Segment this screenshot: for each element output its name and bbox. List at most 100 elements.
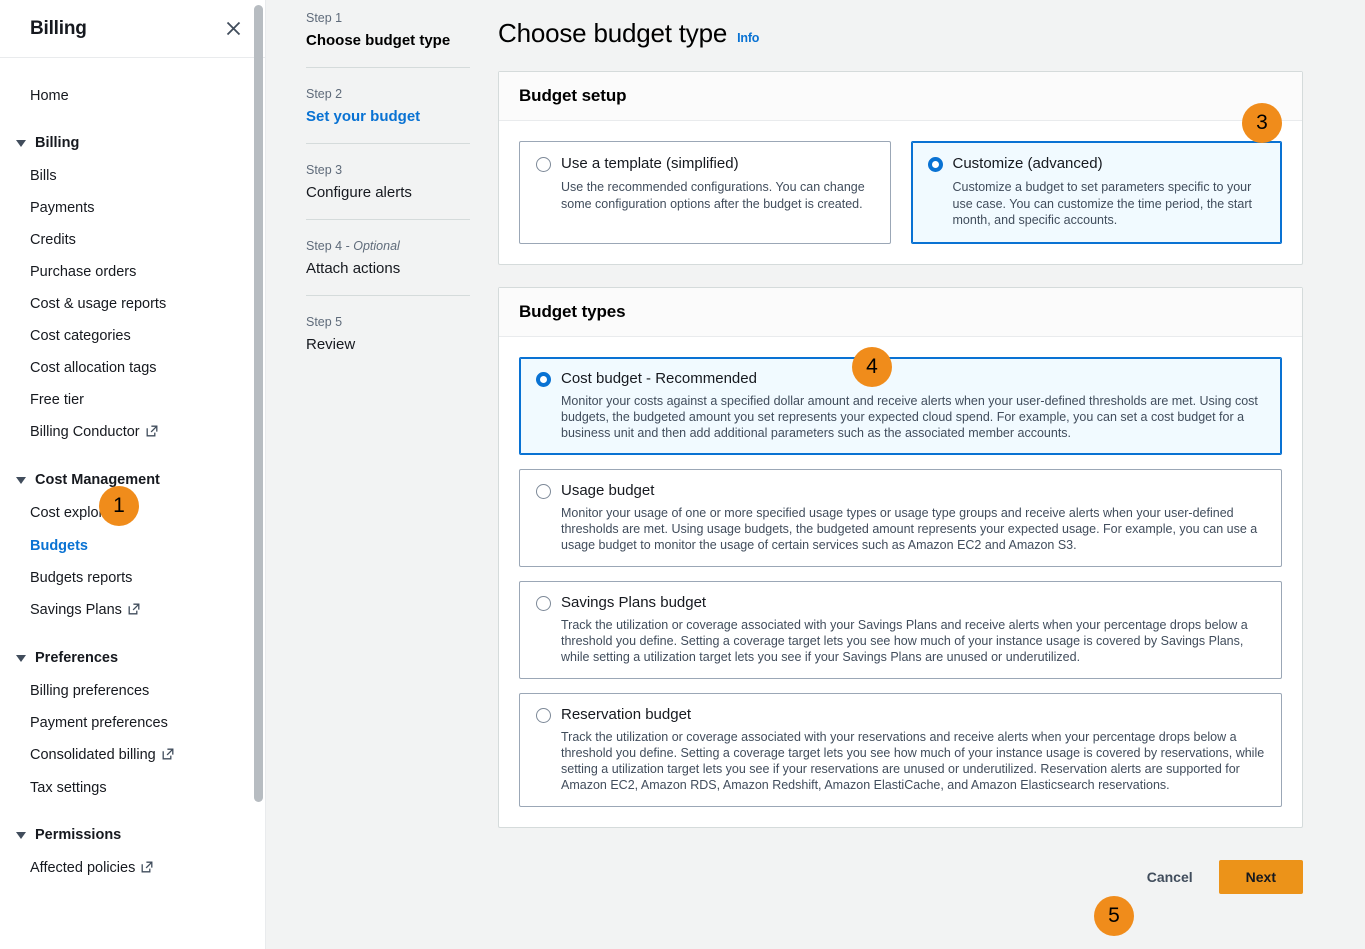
sidebar-item-label: Bills	[30, 168, 57, 184]
sidebar-group-preferences[interactable]: Preferences	[0, 641, 266, 675]
budget-type-option-usage-budget[interactable]: Usage budget Monitor your usage of one or…	[519, 469, 1282, 567]
sidebar-item-payments[interactable]: Payments	[0, 192, 266, 224]
sidebar-item-payment-preferences[interactable]: Payment preferences	[0, 707, 266, 739]
sidebar-item-budgets-reports[interactable]: Budgets reports	[0, 562, 266, 594]
external-link-icon	[146, 423, 158, 443]
wizard-step-4: Step 4 - OptionalAttach actions	[306, 238, 470, 296]
sidebar-item-cost-explorer[interactable]: Cost explorer	[0, 497, 266, 530]
sidebar-item-label: Cost allocation tags	[30, 360, 157, 376]
radio-button[interactable]	[536, 157, 551, 172]
sidebar-item-credits[interactable]: Credits	[0, 224, 266, 256]
sidebar-item-label: Free tier	[30, 392, 84, 408]
option-label: Use a template (simplified)	[561, 154, 739, 174]
sidebar-item-cost-usage-reports[interactable]: Cost & usage reports	[0, 288, 266, 320]
sidebar-item-label: Billing preferences	[30, 683, 149, 699]
radio-button[interactable]	[536, 372, 551, 387]
wizard-step-label[interactable]: Set your budget	[306, 107, 470, 127]
sidebar-item-consolidated-billing[interactable]: Consolidated billing	[0, 739, 266, 772]
sidebar-item-billing-preferences[interactable]: Billing preferences	[0, 675, 266, 707]
budget-setup-options: Use a template (simplified)Use the recom…	[519, 141, 1282, 244]
budget-setup-card: Budget setup Use a template (simplified)…	[498, 71, 1303, 265]
sidebar-item-label: Credits	[30, 232, 76, 248]
external-link-icon	[128, 601, 140, 621]
external-link-icon	[141, 859, 153, 879]
next-button[interactable]: Next	[1219, 860, 1303, 894]
option-header: Use a template (simplified)	[536, 154, 874, 174]
radio-button[interactable]	[536, 484, 551, 499]
sidebar-item-label: Cost explorer	[30, 505, 116, 521]
option-description: Customize a budget to set parameters spe…	[928, 179, 1266, 229]
option-description: Monitor your costs against a specified d…	[536, 393, 1265, 441]
budget-setup-option-use-a-template-simplified[interactable]: Use a template (simplified)Use the recom…	[519, 141, 891, 244]
wizard-step-number: Step 3	[306, 162, 470, 178]
wizard-step-label: Choose budget type	[306, 31, 470, 51]
wizard-steps: Step 1 Choose budget type Step 2 Set your b…	[266, 0, 498, 949]
sidebar-item-cost-allocation-tags[interactable]: Cost allocation tags	[0, 352, 266, 384]
sidebar-group-label: Cost Management	[35, 470, 160, 490]
sidebar-title: Billing	[30, 18, 87, 40]
sidebar-item-label: Purchase orders	[30, 264, 136, 280]
wizard-step-number: Step 2	[306, 86, 470, 102]
sidebar-group-label: Billing	[35, 133, 79, 153]
main-content: Choose budget type Info Budget setup Use…	[498, 0, 1365, 949]
budget-setup-option-customize-advanced[interactable]: Customize (advanced) Customize a budget t…	[911, 141, 1283, 244]
sidebar-group-billing[interactable]: Billing	[0, 126, 266, 160]
option-label: Reservation budget	[561, 705, 691, 725]
wizard-step-number: Step 1	[306, 10, 470, 26]
sidebar-item-budgets[interactable]: Budgets	[0, 530, 266, 562]
budget-type-option-reservation-budget[interactable]: Reservation budget Track the utilization …	[519, 693, 1282, 807]
option-header: Usage budget	[536, 481, 1265, 501]
wizard-step-number: Step 5	[306, 314, 470, 330]
sidebar-item-affected-policies[interactable]: Affected policies	[0, 852, 266, 885]
option-description: Track the utilization or coverage associ…	[536, 729, 1265, 793]
budget-setup-body: Use a template (simplified)Use the recom…	[499, 121, 1302, 264]
info-link[interactable]: Info	[737, 31, 759, 45]
radio-button[interactable]	[536, 708, 551, 723]
wizard-footer: Cancel Next	[498, 850, 1303, 894]
chevron-down-icon	[16, 655, 26, 662]
chevron-down-icon	[16, 140, 26, 147]
external-link-icon	[162, 746, 174, 766]
option-header: Customize (advanced)	[928, 154, 1266, 174]
budget-types-options: Cost budget - Recommended Monitor your co…	[499, 337, 1302, 827]
sidebar-group-cost-management[interactable]: Cost Management	[0, 463, 266, 497]
wizard-step-1: Step 1 Choose budget type	[306, 10, 470, 68]
sidebar-item-label: Budgets reports	[30, 570, 132, 586]
sidebar-item-label: Savings Plans	[30, 602, 122, 618]
page-title: Choose budget type Info	[498, 18, 1303, 49]
step-number-text: Step 3	[306, 163, 342, 177]
step-number-text: Step 5	[306, 315, 342, 329]
cancel-button[interactable]: Cancel	[1143, 862, 1197, 892]
sidebar-item-savings-plans[interactable]: Savings Plans	[0, 594, 266, 627]
sidebar-group-permissions[interactable]: Permissions	[0, 818, 266, 852]
close-icon[interactable]	[222, 18, 244, 40]
budget-types-heading: Budget types	[519, 302, 1282, 322]
sidebar-scrollbar[interactable]	[254, 5, 263, 802]
sidebar-item-label: Consolidated billing	[30, 747, 156, 763]
sidebar-item-label: Affected policies	[30, 860, 135, 876]
step-number-text: Step 1	[306, 11, 342, 25]
sidebar-item-billing-conductor[interactable]: Billing Conductor	[0, 416, 266, 449]
sidebar-group-label: Preferences	[35, 648, 118, 668]
external-link-icon	[122, 504, 134, 524]
sidebar-item-label: Billing Conductor	[30, 424, 140, 440]
budget-type-option-savings-plans-budget[interactable]: Savings Plans budget Track the utilizatio…	[519, 581, 1282, 679]
sidebar-item-free-tier[interactable]: Free tier	[0, 384, 266, 416]
radio-button[interactable]	[536, 596, 551, 611]
sidebar-item-home[interactable]: Home	[0, 80, 266, 112]
sidebar-item-tax-settings[interactable]: Tax settings	[0, 772, 266, 804]
sidebar-item-label: Payments	[30, 200, 94, 216]
budget-type-option-cost-budget-recommended[interactable]: Cost budget - Recommended Monitor your co…	[519, 357, 1282, 455]
billing-sidebar: Billing Home Billing Bills Payments Credits P…	[0, 0, 266, 949]
chevron-down-icon	[16, 477, 26, 484]
option-header: Cost budget - Recommended	[536, 369, 1265, 389]
option-description: Track the utilization or coverage associ…	[536, 617, 1265, 665]
option-label: Savings Plans budget	[561, 593, 706, 613]
option-description: Monitor your usage of one or more specif…	[536, 505, 1265, 553]
sidebar-item-purchase-orders[interactable]: Purchase orders	[0, 256, 266, 288]
radio-button[interactable]	[928, 157, 943, 172]
sidebar-item-cost-categories[interactable]: Cost categories	[0, 320, 266, 352]
option-label: Usage budget	[561, 481, 654, 501]
sidebar-item-bills[interactable]: Bills	[0, 160, 266, 192]
step-optional-text: Optional	[353, 239, 400, 253]
